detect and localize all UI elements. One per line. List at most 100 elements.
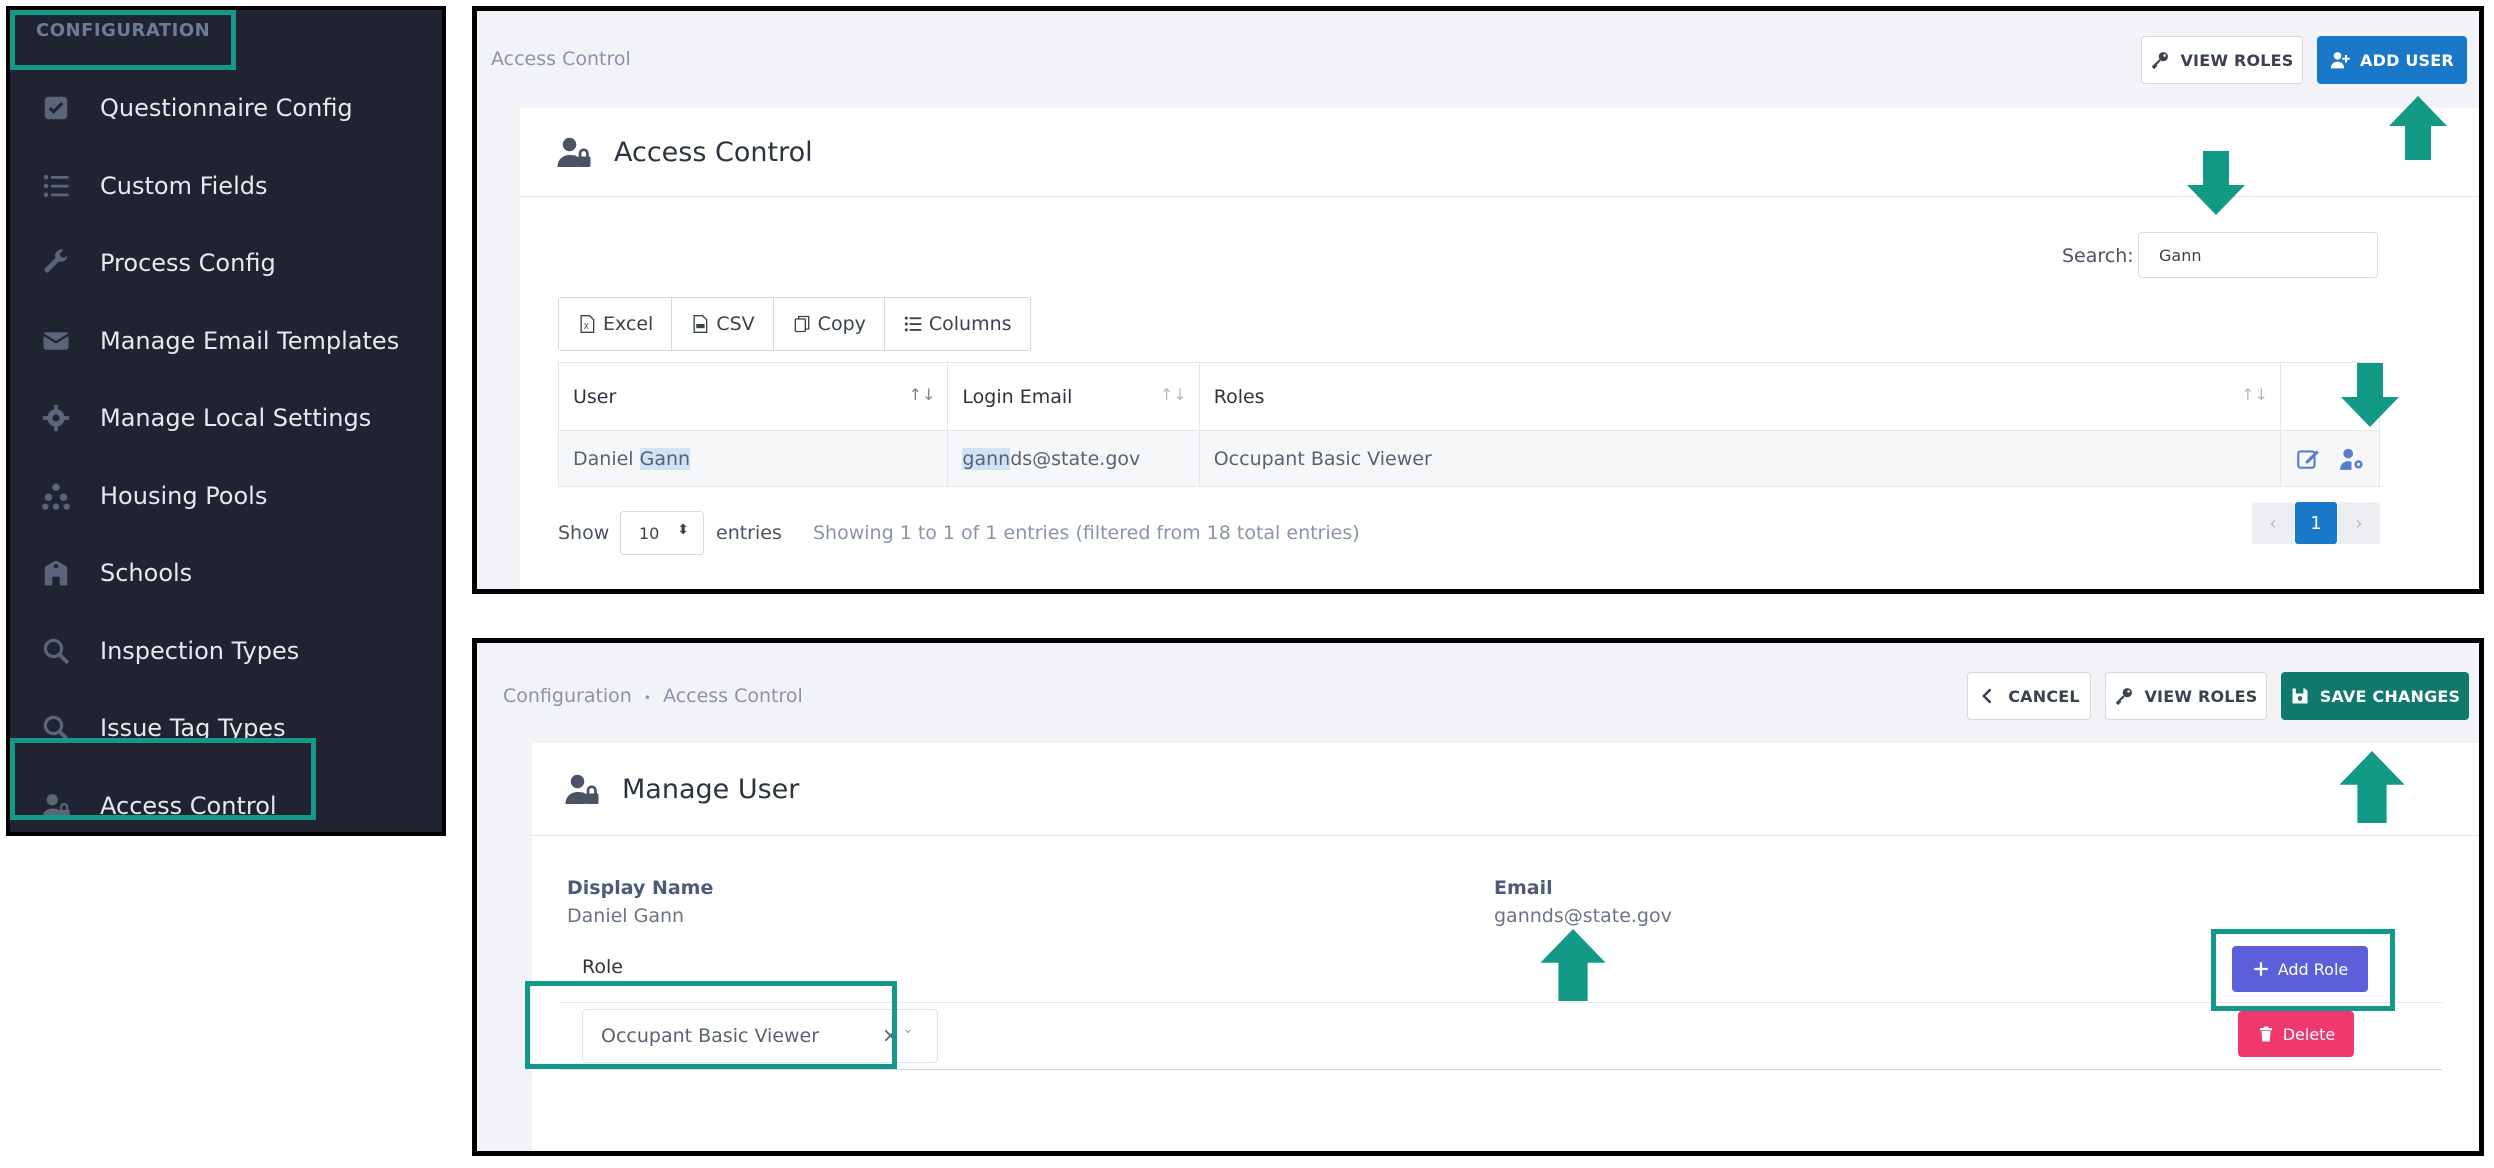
edit-icon[interactable] <box>2295 446 2321 472</box>
page-length-select[interactable]: 10 ⬍ <box>620 511 704 555</box>
column-label: Login Email <box>962 385 1073 408</box>
cancel-button[interactable]: CANCEL <box>1967 672 2091 720</box>
wrench-icon <box>36 243 76 283</box>
list-icon <box>36 166 76 206</box>
breadcrumb: Access Control <box>491 48 631 70</box>
highlight-access-control <box>10 738 316 820</box>
role-column-label: Role <box>582 956 623 978</box>
key-icon <box>2116 688 2133 706</box>
column-header-user[interactable]: User ↑↓ <box>557 362 949 431</box>
sort-icon: ↑↓ <box>1159 385 1187 404</box>
sidebar-item-schools[interactable]: Schools <box>36 553 192 593</box>
delete-label: Delete <box>2282 1024 2336 1044</box>
sidebar-item-manage-email-templates[interactable]: Manage Email Templates <box>36 321 399 361</box>
user-lock-icon <box>557 137 591 167</box>
sidebar-item-process-config[interactable]: Process Config <box>36 243 276 283</box>
cell-user: Daniel Gann <box>557 430 949 487</box>
sidebar-item-label: Questionnaire Config <box>100 94 353 122</box>
arrow-down-indicator <box>2341 363 2399 427</box>
pagination-next[interactable]: › <box>2338 502 2380 544</box>
sidebar-item-label: Manage Local Settings <box>100 404 372 432</box>
excel-button[interactable]: X Excel <box>559 298 673 350</box>
column-header-login-email[interactable]: Login Email ↑↓ <box>947 362 1200 431</box>
sort-icon: ↑↓ <box>908 385 936 404</box>
cell-email: gannds@state.gov <box>947 430 1200 487</box>
view-roles-button[interactable]: VIEW ROLES <box>2141 36 2303 84</box>
page-length-value: 10 <box>639 523 660 543</box>
delete-button[interactable]: Delete <box>2238 1011 2354 1057</box>
sidebar-item-label: Process Config <box>100 249 276 277</box>
file-excel-icon: X <box>580 315 595 333</box>
copy-button[interactable]: Copy <box>774 298 885 350</box>
card-title-text: Manage User <box>622 773 800 805</box>
cancel-label: CANCEL <box>2008 686 2080 706</box>
view-roles-label: VIEW ROLES <box>2144 686 2258 706</box>
save-changes-label: SAVE CHANGES <box>2319 686 2461 706</box>
user-settings-icon[interactable] <box>2339 446 2365 472</box>
save-changes-button[interactable]: SAVE CHANGES <box>2281 672 2469 720</box>
csv-button[interactable]: CSV <box>672 298 774 350</box>
arrow-up-indicator <box>2389 96 2447 160</box>
csv-label: CSV <box>716 313 755 335</box>
trash-icon <box>2259 1026 2272 1042</box>
user-first-name: Daniel <box>573 447 640 470</box>
role-row-bottom-border <box>560 1069 2442 1070</box>
breadcrumb-root[interactable]: Configuration <box>503 685 632 707</box>
pool-dots-icon <box>36 476 76 516</box>
pagination-page-1[interactable]: 1 <box>2295 502 2337 544</box>
cell-actions <box>2279 430 2381 487</box>
envelope-icon <box>36 321 76 361</box>
arrow-up-indicator <box>2339 751 2405 823</box>
arrow-up-indicator <box>1540 929 1606 1001</box>
svg-text:X: X <box>584 322 589 331</box>
gear-icon <box>36 398 76 438</box>
card-title-text: Access Control <box>614 136 813 168</box>
sidebar-item-label: Manage Email Templates <box>100 327 400 355</box>
email-label: Email <box>1494 877 1553 899</box>
sidebar-item-label: Housing Pools <box>100 482 268 510</box>
sidebar: CONFIGURATION Questionnaire Config Custo… <box>6 6 446 836</box>
sidebar-item-custom-fields[interactable]: Custom Fields <box>36 166 267 206</box>
table-info: Showing 1 to 1 of 1 entries (filtered fr… <box>813 522 1360 544</box>
sort-caret-icon: ⬍ <box>677 522 689 538</box>
card-title: Access Control <box>556 134 813 170</box>
copy-icon <box>794 315 810 333</box>
display-name-label: Display Name <box>567 877 714 899</box>
add-user-button[interactable]: ADD USER <box>2317 36 2467 84</box>
file-csv-icon <box>693 315 708 333</box>
email-value: gannds@state.gov <box>1494 905 1672 927</box>
sidebar-item-label: Custom Fields <box>100 172 268 200</box>
chevron-down-icon[interactable]: ⌄ <box>902 1021 914 1037</box>
table-header-row: User ↑↓ Login Email ↑↓ Roles ↑↓ <box>557 362 2381 431</box>
search-input[interactable] <box>2138 232 2378 278</box>
highlight-configuration <box>10 10 236 70</box>
table-row: Daniel Gann gannds@state.gov Occupant Ba… <box>557 430 2381 487</box>
excel-label: Excel <box>603 313 654 335</box>
column-header-roles[interactable]: Roles ↑↓ <box>1198 362 2281 431</box>
chevron-left-icon <box>1982 688 1992 704</box>
magnifier-icon <box>36 631 76 671</box>
entries-label: entries <box>716 522 782 544</box>
pagination-prev[interactable]: ‹ <box>2252 502 2294 544</box>
columns-button[interactable]: Columns <box>885 298 1030 350</box>
user-lock-icon <box>565 774 599 804</box>
sort-icon: ↑↓ <box>2241 385 2268 404</box>
sidebar-item-questionnaire-config[interactable]: Questionnaire Config <box>36 88 353 128</box>
list-icon <box>904 316 922 332</box>
checkbox-icon <box>36 88 76 128</box>
card-separator <box>532 835 2479 836</box>
arrow-down-indicator <box>2187 151 2245 215</box>
view-roles-button[interactable]: VIEW ROLES <box>2105 672 2267 720</box>
sidebar-item-inspection-types[interactable]: Inspection Types <box>36 631 299 671</box>
export-button-group: X Excel CSV Copy Columns <box>558 297 1031 351</box>
column-label: Roles <box>1213 385 1265 408</box>
sidebar-item-housing-pools[interactable]: Housing Pools <box>36 476 267 516</box>
breadcrumb-current: Access Control <box>663 685 803 707</box>
view-roles-label: VIEW ROLES <box>2180 50 2294 70</box>
sidebar-item-manage-local-settings[interactable]: Manage Local Settings <box>36 398 371 438</box>
email-rest: ds@state.gov <box>1010 447 1141 470</box>
access-control-panel: Access Control VIEW ROLES ADD USER Acces… <box>472 6 2484 594</box>
add-user-label: ADD USER <box>2360 50 2454 70</box>
key-icon <box>2152 52 2169 70</box>
card-title: Manage User <box>564 771 799 807</box>
